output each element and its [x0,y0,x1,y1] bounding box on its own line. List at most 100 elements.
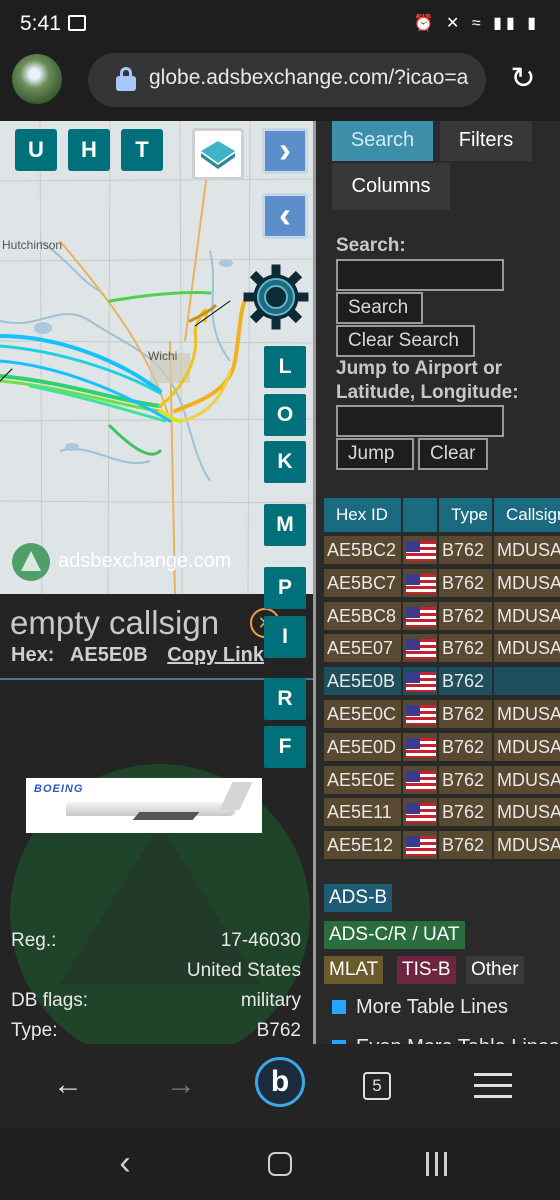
forward-arrow-icon[interactable]: → [163,1068,199,1104]
cell-type: B762 [439,601,492,630]
cell-type: B762 [439,536,492,564]
address-bar[interactable]: globe.adsbexchange.com/?icao=a [88,53,486,107]
legend-mlat: MLAT [324,956,384,984]
tabs-count-button[interactable]: 5 [363,1072,391,1100]
us-flag-icon [403,704,437,726]
cell-hex: AE5E0C [324,700,401,728]
table-row[interactable]: AE5E07 B762 MDUSA [324,634,560,663]
legend-other: Other [466,956,524,984]
cell-callsign: MDUSA [494,536,560,564]
copy-link[interactable]: Copy Link [167,644,264,666]
side-button-k[interactable]: K [264,441,306,483]
side-button-o[interactable]: O [264,394,306,436]
map-button-t[interactable]: T [121,129,163,171]
search-label: Search: [336,235,406,256]
system-back-icon[interactable]: ‹ [110,1144,140,1182]
system-home-icon[interactable] [268,1152,292,1176]
jump-button[interactable]: Jump [336,438,414,470]
cell-flag [403,536,437,564]
detail-key: Type: [11,1020,58,1041]
column-header-hex[interactable]: Hex ID [324,498,401,532]
menu-icon[interactable] [474,1070,512,1102]
map-button-h[interactable]: H [68,129,110,171]
aircraft-photo[interactable]: BOEING [26,778,262,833]
tab-search[interactable]: Search [332,121,433,161]
cell-callsign: MDUSA [494,601,560,630]
table-row[interactable]: AE5E12 B762 MDUSA [324,831,560,860]
cell-type: B762 [439,700,492,728]
side-button-r[interactable]: R [264,678,306,720]
side-button-p[interactable]: P [264,567,306,609]
table-row[interactable]: AE5E0C B762 MDUSA [324,700,560,728]
more-lines-label[interactable]: More Table Lines [356,996,508,1019]
tab-filters[interactable]: Filters [440,121,532,161]
side-button-i[interactable]: I [264,616,306,658]
adsbexchange-watermark: adsbexchange.com [12,543,252,583]
us-flag-icon [403,573,437,595]
detail-value: United States [186,960,301,981]
table-row[interactable]: AE5BC2 B762 MDUSA [324,536,560,564]
cell-callsign: MDUSA [494,568,560,597]
detail-key: Reg.: [11,930,57,951]
bing-chat-icon[interactable]: b [255,1057,305,1107]
column-header-flag[interactable] [403,498,437,532]
url-text[interactable]: globe.adsbexchange.com/?icao=a [149,66,468,90]
us-flag-icon [403,606,437,628]
cell-callsign: MDUSA [494,765,560,794]
tab-columns[interactable]: Columns [332,163,450,210]
side-button-f[interactable]: F [264,726,306,768]
search-button[interactable]: Search [336,292,423,324]
us-flag-icon [403,638,437,660]
detail-value: B762 [256,1020,301,1041]
jump-input[interactable] [336,405,504,437]
hex-label: Hex: [11,644,55,666]
gallery-icon [68,15,86,31]
map-button-u[interactable]: U [15,129,57,171]
more-lines-checkbox[interactable] [332,1000,346,1014]
table-row[interactable]: AE5E0B B762 [324,667,560,696]
cell-flag [403,700,437,728]
collapse-left-button[interactable]: ‹ [262,193,308,239]
cell-type: B762 [439,667,492,696]
column-header-callsign[interactable]: Callsign [494,498,560,532]
us-flag-icon [403,835,437,857]
side-button-l[interactable]: L [264,346,306,388]
layers-button[interactable] [192,128,244,180]
table-row[interactable]: AE5E11 B762 MDUSA [324,798,560,827]
reload-icon[interactable]: ↻ [506,64,540,98]
us-flag-icon [403,671,437,693]
cell-hex: AE5BC2 [324,536,401,564]
table-row[interactable]: AE5BC8 B762 MDUSA [324,601,560,630]
detail-key: DB flags: [11,990,89,1011]
clear-button[interactable]: Clear [418,438,488,470]
cell-callsign: MDUSA [494,831,560,860]
expand-right-button[interactable]: › [262,128,308,174]
watermark-text: adsbexchange.com [58,550,232,572]
side-button-m[interactable]: M [264,504,306,546]
even-more-lines-label[interactable]: Even More Table Lines [356,1036,559,1044]
table-row[interactable]: AE5E0D B762 MDUSA [324,732,560,761]
back-arrow-icon[interactable]: ← [50,1068,86,1104]
cell-callsign [494,667,560,696]
table-row[interactable]: AE5BC7 B762 MDUSA [324,568,560,597]
cell-hex: AE5E0D [324,732,401,761]
cell-type: B762 [439,568,492,597]
lock-icon[interactable] [116,67,138,92]
aircraft-info-panel: empty callsign ✕ Hex: AE5E0B Copy Link B… [0,594,313,1044]
legend-adsb: ADS-B [324,884,393,912]
clear-search-button[interactable]: Clear Search [336,325,475,357]
us-flag-icon [403,802,437,824]
profile-avatar[interactable] [12,54,62,104]
settings-gear-icon[interactable] [240,261,312,333]
system-recents-icon[interactable] [426,1152,448,1176]
legend-tisb: TIS-B [397,956,456,984]
layers-icon [201,141,235,169]
search-input[interactable] [336,259,504,291]
cell-flag [403,568,437,597]
column-header-type[interactable]: Type [439,498,492,532]
cell-hex: AE5E0B [324,667,401,696]
browser-toolbar: globe.adsbexchange.com/?icao=a ↻ [0,50,560,120]
cell-flag [403,831,437,860]
table-row[interactable]: AE5E0E B762 MDUSA [324,765,560,794]
cell-type: B762 [439,634,492,663]
